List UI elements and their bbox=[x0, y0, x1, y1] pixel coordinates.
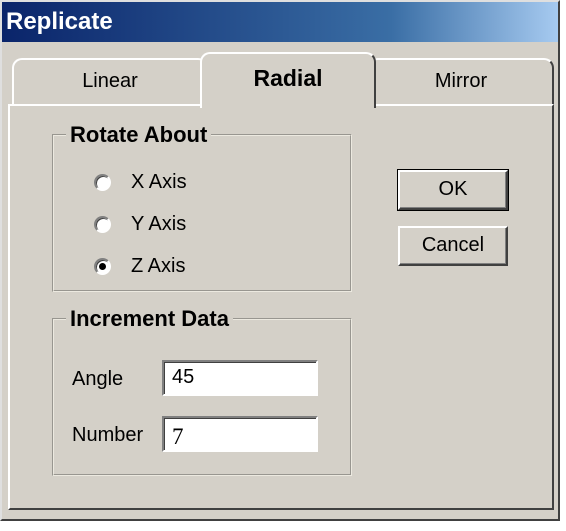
tab-radial[interactable]: Radial bbox=[200, 52, 376, 108]
tab-mirror[interactable]: Mirror bbox=[368, 58, 554, 104]
y-axis-label: Y Axis bbox=[131, 212, 187, 235]
cancel-button[interactable]: Cancel bbox=[398, 226, 508, 266]
replicate-dialog: Replicate Linear Radial Mirror Rotate Ab… bbox=[0, 0, 560, 521]
angle-label: Angle bbox=[72, 368, 124, 390]
number-label: Number bbox=[72, 424, 144, 446]
background-bottom bbox=[0, 521, 566, 531]
x-axis-label: X Axis bbox=[131, 170, 187, 193]
z-axis-radio[interactable] bbox=[94, 257, 111, 275]
angle-field[interactable]: 45 bbox=[162, 360, 318, 396]
radial-tab-panel: Rotate About X Axis Y Axis Z Axis OK Can… bbox=[8, 104, 554, 510]
y-axis-option[interactable]: Y Axis bbox=[94, 210, 186, 238]
tab-linear[interactable]: Linear bbox=[12, 58, 208, 104]
increment-data-title: Increment Data bbox=[66, 306, 233, 332]
rotate-about-title: Rotate About bbox=[66, 122, 212, 148]
ok-button[interactable]: OK bbox=[397, 169, 509, 211]
x-axis-radio[interactable] bbox=[94, 173, 111, 191]
z-axis-option[interactable]: Z Axis bbox=[94, 252, 185, 280]
x-axis-option[interactable]: X Axis bbox=[94, 168, 187, 196]
y-axis-radio[interactable] bbox=[94, 215, 111, 233]
rotate-about-group: Rotate About X Axis Y Axis Z Axis bbox=[52, 122, 352, 292]
z-axis-label: Z Axis bbox=[131, 254, 186, 277]
background-right bbox=[560, 0, 566, 531]
window-title: Replicate bbox=[2, 2, 558, 42]
number-field[interactable]: 7 bbox=[162, 416, 318, 452]
increment-data-group: Increment Data Angle 45 Number 7 bbox=[52, 306, 352, 476]
